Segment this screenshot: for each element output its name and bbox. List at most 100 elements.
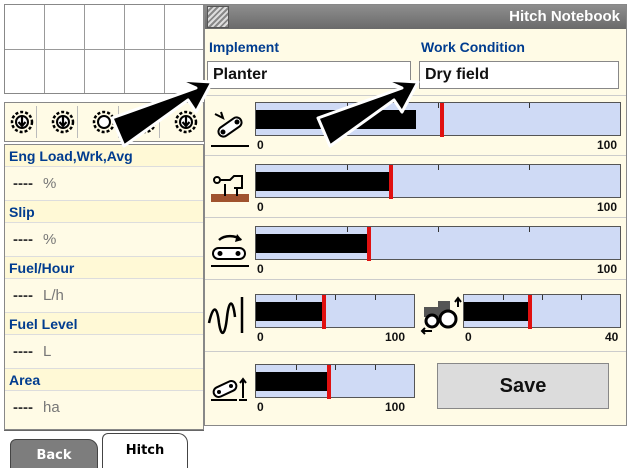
readout-label: Eng Load,Wrk,Avg — [5, 145, 203, 167]
performance-readouts: Eng Load,Wrk,Avg ----% Slip ----% Fuel/H… — [4, 144, 204, 430]
gauge-marker — [321, 295, 326, 329]
rpm-down-icon[interactable] — [48, 106, 78, 138]
tab-bar: Back Hitch — [4, 430, 204, 468]
slip-limit-bar[interactable] — [463, 294, 621, 329]
drop-rate-bar[interactable] — [255, 294, 415, 329]
draft-sensitivity-row: 0 100 — [205, 95, 626, 155]
hitch-notebook-panel: Hitch Notebook Implement Planter Work Co… — [204, 4, 627, 426]
gauge-tick — [295, 295, 297, 300]
readout-label: Fuel/Hour — [5, 257, 203, 279]
upper-limit-bar[interactable] — [255, 364, 415, 399]
readout-value: ---- L/h — [5, 279, 203, 313]
readout-label: Slip — [5, 201, 203, 223]
depth-control-row: 0 100 — [205, 155, 626, 217]
title-bar: Hitch Notebook — [205, 5, 626, 29]
gauge-tick — [438, 103, 439, 108]
raise-rate-bar[interactable] — [255, 226, 621, 261]
gauge-marker — [527, 295, 532, 329]
gauge-fill — [256, 302, 324, 321]
tab-hitch[interactable]: Hitch — [102, 433, 188, 468]
gauge-fill — [256, 372, 329, 391]
raise-rate-icon[interactable] — [207, 226, 253, 272]
draft-sensitivity-bar[interactable] — [255, 102, 621, 137]
gauge-marker — [326, 365, 331, 399]
scale-max: 100 — [597, 200, 618, 214]
scale-min: 0 — [257, 200, 264, 214]
gauge-tick — [374, 295, 376, 300]
gauge-tick — [347, 165, 348, 170]
gauge-tick — [374, 365, 376, 370]
gauge-icon-row — [4, 102, 204, 142]
scale-max: 100 — [385, 400, 406, 414]
draft-sensitivity-icon[interactable] — [207, 104, 253, 150]
window-title: Hitch Notebook — [509, 8, 620, 25]
readout-number: ---- — [13, 287, 33, 304]
rpm-gauge-icon[interactable] — [130, 106, 160, 138]
scale-max: 40 — [605, 330, 619, 344]
gauge-fill — [256, 110, 417, 129]
gauge-tick — [347, 227, 348, 232]
scale-max: 100 — [385, 330, 406, 344]
save-button[interactable]: Save — [437, 363, 609, 409]
work-condition-field[interactable]: Dry field — [419, 61, 619, 89]
grid-cell[interactable] — [85, 50, 125, 93]
depth-control-bar[interactable] — [255, 164, 621, 199]
grid-cell[interactable] — [165, 50, 203, 93]
grid-cell[interactable] — [45, 50, 85, 93]
gauge-tick — [438, 227, 439, 232]
readout-unit: L — [42, 343, 52, 360]
readout-value: ----% — [5, 223, 203, 257]
readout-number: ---- — [13, 175, 33, 192]
left-column: Eng Load,Wrk,Avg ----% Slip ----% Fuel/H… — [4, 4, 204, 468]
grid-cell[interactable] — [125, 5, 165, 50]
implement-field[interactable]: Planter — [207, 61, 411, 89]
readout-number: ---- — [13, 231, 33, 248]
scale-min: 0 — [257, 262, 264, 276]
grid-cell[interactable] — [5, 5, 45, 50]
readout-unit: % — [42, 175, 57, 192]
gauge-marker — [366, 227, 371, 261]
tab-back[interactable]: Back — [10, 439, 98, 468]
rpm-down-icon[interactable] — [7, 106, 37, 138]
upper-limit-icon[interactable] — [207, 364, 253, 410]
tractor-slip-icon[interactable] — [417, 292, 463, 338]
gauge-tick — [347, 103, 348, 108]
readout-unit: % — [42, 231, 57, 248]
depth-control-icon[interactable] — [207, 164, 253, 210]
gauge-tick — [295, 365, 297, 370]
grid-cell[interactable] — [125, 50, 165, 93]
grid-cell[interactable] — [85, 5, 125, 50]
shortcut-grid — [4, 4, 204, 94]
readout-unit: ha — [42, 399, 60, 416]
readout-label: Area — [5, 369, 203, 391]
scale-min: 0 — [465, 330, 472, 344]
gauge-tick — [335, 365, 336, 370]
raise-rate-row: 0 100 — [205, 217, 626, 279]
readout-value: ----% — [5, 167, 203, 201]
gauge-marker — [388, 165, 393, 199]
readout-number: ---- — [13, 343, 33, 360]
grid-cell[interactable] — [45, 5, 85, 50]
readout-value: ---- L — [5, 335, 203, 369]
readout-number: ---- — [13, 399, 33, 416]
drop-rate-row: 0 100 0 40 — [205, 279, 626, 351]
rpm-gauge-icon[interactable] — [89, 106, 119, 138]
gauge-marker — [439, 103, 444, 137]
drop-rate-icon[interactable] — [205, 292, 251, 338]
scale-min: 0 — [257, 400, 264, 414]
gauge-fill — [256, 234, 369, 253]
readout-value: ---- ha — [5, 391, 203, 425]
gauge-fill — [256, 172, 391, 191]
scale-min: 0 — [257, 138, 264, 152]
app-logo-icon — [207, 6, 229, 28]
grid-cell[interactable] — [165, 5, 203, 50]
work-condition-label: Work Condition — [421, 39, 525, 55]
gauge-tick — [529, 227, 530, 232]
readout-label: Fuel Level — [5, 313, 203, 335]
scale-max: 100 — [597, 262, 618, 276]
scale-max: 100 — [597, 138, 618, 152]
gauge-fill — [464, 302, 530, 321]
grid-cell[interactable] — [5, 50, 45, 93]
gauge-tick — [529, 165, 530, 170]
rpm-down-icon[interactable] — [171, 106, 201, 138]
